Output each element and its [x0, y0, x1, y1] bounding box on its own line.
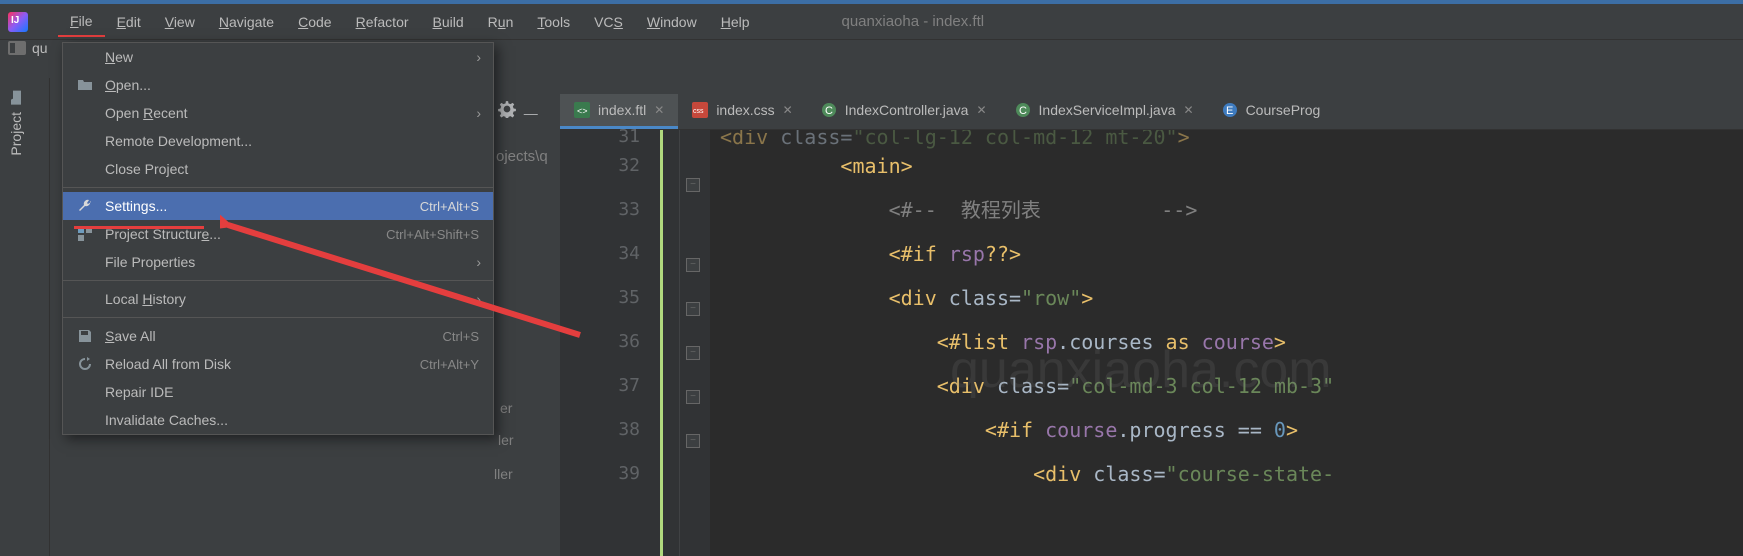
menu-settings[interactable]: Settings... Ctrl+Alt+S [63, 192, 493, 220]
file-menu-dropdown: New› Open... Open Recent› Remote Develop… [62, 42, 494, 435]
project-prefix: qu [32, 40, 48, 56]
svg-text:<>: <> [577, 106, 588, 116]
menu-reload-disk[interactable]: Reload All from Disk Ctrl+Alt+Y [63, 350, 493, 378]
fold-marker[interactable]: − [686, 346, 700, 360]
menu-code[interactable]: Code [286, 8, 343, 36]
css-icon: css [692, 102, 708, 118]
svg-text:C: C [1019, 105, 1027, 117]
menu-close-project[interactable]: Close Project [63, 155, 493, 183]
vcs-gutter [660, 130, 680, 556]
fold-marker[interactable]: − [686, 178, 700, 192]
peek-ler: ler [498, 432, 514, 448]
tab-index-ftl[interactable]: <> index.ftl ✕ [560, 94, 678, 129]
sidebar: Project [0, 78, 50, 556]
menu-refactor[interactable]: Refactor [344, 8, 421, 36]
menu-save-all[interactable]: Save All Ctrl+S [63, 322, 493, 350]
menu-new[interactable]: New› [63, 43, 493, 71]
peek-ller: ller [494, 466, 513, 482]
svg-text:E: E [1226, 105, 1233, 117]
menu-file[interactable]: File [58, 7, 105, 37]
fold-marker[interactable]: − [686, 434, 700, 448]
peek-er: er [500, 400, 512, 416]
breadcrumb-bar: qu [8, 40, 48, 56]
close-icon[interactable]: ✕ [783, 103, 793, 117]
menu-open-recent[interactable]: Open Recent› [63, 99, 493, 127]
class-icon: C [1015, 102, 1031, 118]
class-icon: C [821, 102, 837, 118]
fold-marker[interactable]: − [686, 258, 700, 272]
gear-icon [498, 100, 516, 118]
close-icon[interactable]: ✕ [654, 103, 664, 117]
fold-marker[interactable]: − [686, 302, 700, 316]
menu-run[interactable]: Run [476, 8, 526, 36]
folder-icon [8, 90, 24, 106]
tab-indexcontroller[interactable]: C IndexController.java ✕ [807, 94, 1001, 129]
menubar: File Edit View Navigate Code Refactor Bu… [0, 4, 1743, 40]
gutter: 31 32 33 34 35 36 37 38 39 [560, 130, 660, 556]
menu-build[interactable]: Build [421, 8, 476, 36]
menu-project-structure[interactable]: Project Structure... Ctrl+Alt+Shift+S [63, 220, 493, 248]
menu-navigate[interactable]: Navigate [207, 8, 286, 36]
code-editor[interactable]: <div class="col-lg-12 col-md-12 mt-20"> … [710, 130, 1743, 556]
menu-edit[interactable]: Edit [105, 8, 153, 36]
folder-open-icon [77, 77, 93, 93]
tab-index-css[interactable]: css index.css ✕ [678, 94, 806, 129]
reload-icon [77, 356, 93, 372]
toolbar-gear[interactable]: — [498, 100, 538, 121]
project-title: quanxiaoha - index.ftl [842, 13, 985, 30]
fold-marker[interactable]: − [686, 390, 700, 404]
menu-tools[interactable]: Tools [525, 8, 582, 36]
tab-courseprog[interactable]: E CourseProg [1208, 94, 1335, 129]
menu-remote-dev[interactable]: Remote Development... [63, 127, 493, 155]
menu-vcs[interactable]: VCS [582, 8, 635, 36]
path-peek: ojects\q [496, 148, 548, 165]
menu-help[interactable]: Help [709, 8, 762, 36]
menu-file-properties[interactable]: File Properties› [63, 248, 493, 276]
menu-window[interactable]: Window [635, 8, 709, 36]
editor-tabs: <> index.ftl ✕ css index.css ✕ C IndexCo… [560, 94, 1743, 130]
svg-text:C: C [825, 105, 833, 117]
close-icon[interactable]: ✕ [1184, 103, 1194, 117]
svg-text:css: css [693, 108, 704, 115]
app-icon [8, 12, 28, 32]
enum-icon: E [1222, 102, 1238, 118]
fold-gutter: − − − − − − [680, 130, 710, 556]
wrench-icon [77, 198, 93, 214]
menu-local-history[interactable]: Local History› [63, 285, 493, 313]
sidebar-project-tab[interactable]: Project [0, 78, 32, 168]
close-icon[interactable]: ✕ [976, 103, 986, 117]
save-icon [77, 328, 93, 344]
menu-view[interactable]: View [153, 8, 207, 36]
ftl-icon: <> [574, 102, 590, 118]
menu-invalidate-caches[interactable]: Invalidate Caches... [63, 406, 493, 434]
menu-repair-ide[interactable]: Repair IDE [63, 378, 493, 406]
annotation-underline [74, 226, 204, 229]
project-layout-icon[interactable] [8, 41, 26, 55]
tab-indexserviceimpl[interactable]: C IndexServiceImpl.java ✕ [1001, 94, 1208, 129]
menu-open[interactable]: Open... [63, 71, 493, 99]
